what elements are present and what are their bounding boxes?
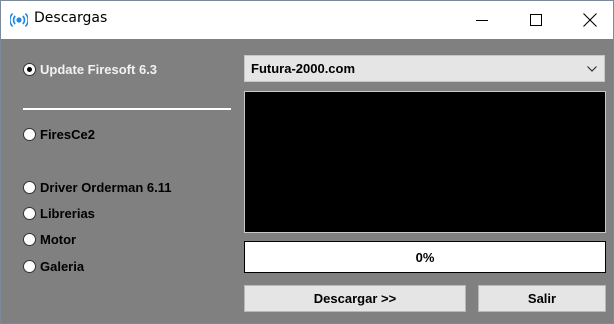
window-title: Descargas [34,10,108,26]
radio-button[interactable] [23,259,36,273]
radio-button[interactable] [23,62,36,76]
option-galeria[interactable]: Galeria [23,256,84,276]
close-icon [583,13,597,27]
exit-button[interactable]: Salir [478,285,606,312]
option-firesce2[interactable]: FiresCe2 [23,124,95,144]
downloads-window: Descargas Update Firesoft 6.3 FiresCe2 D… [0,0,614,324]
radio-button[interactable] [23,206,36,220]
radio-button[interactable] [23,232,36,246]
download-progress: 0% [244,241,606,273]
option-label: Driver Orderman 6.11 [40,179,172,195]
radio-button[interactable] [23,180,36,194]
download-button[interactable]: Descargar >> [244,285,466,312]
minimize-button[interactable] [459,1,505,39]
option-label: Motor [40,231,77,247]
close-button[interactable] [567,1,613,39]
radio-button[interactable] [23,127,36,141]
server-select[interactable]: Futura-2000.com [244,55,605,82]
option-label: FiresCe2 [40,126,95,142]
maximize-button[interactable] [513,1,559,39]
option-label: Galeria [40,258,85,274]
download-log[interactable] [244,91,606,233]
client-area: Update Firesoft 6.3 FiresCe2 Driver Orde… [1,39,613,323]
minimize-icon [476,20,488,21]
maximize-icon [530,14,542,26]
chevron-down-icon[interactable] [580,56,604,81]
option-update-firesoft[interactable]: Update Firesoft 6.3 [23,59,157,79]
option-driver-orderman[interactable]: Driver Orderman 6.11 [23,177,172,197]
title-bar[interactable]: Descargas [1,1,613,39]
progress-text: 0% [415,249,435,265]
separator [23,108,231,110]
radio-waves-icon [10,13,28,27]
option-label: Librerias [40,205,95,221]
option-librerias[interactable]: Librerias [23,203,95,223]
server-select-value: Futura-2000.com [251,61,356,76]
option-motor[interactable]: Motor [23,229,76,249]
option-label: Update Firesoft 6.3 [40,61,158,77]
